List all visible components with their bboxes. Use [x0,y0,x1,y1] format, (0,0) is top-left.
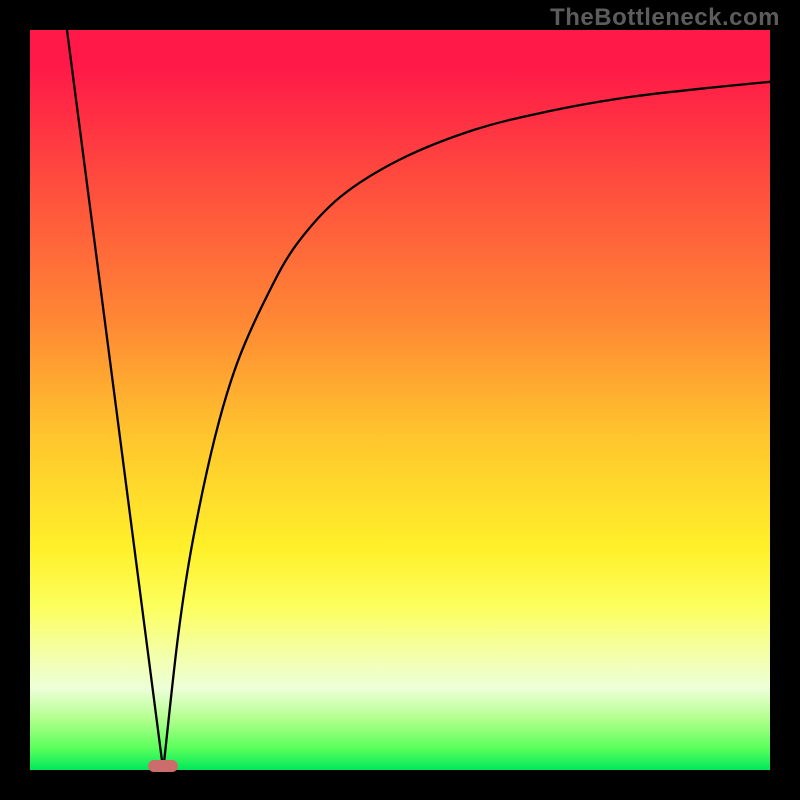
curve-layer [30,30,770,770]
right-curve [163,82,770,770]
chart-frame: TheBottleneck.com [0,0,800,800]
plot-area [30,30,770,770]
watermark-text: TheBottleneck.com [550,4,780,32]
bottleneck-marker [148,760,178,772]
left-line [67,30,163,770]
